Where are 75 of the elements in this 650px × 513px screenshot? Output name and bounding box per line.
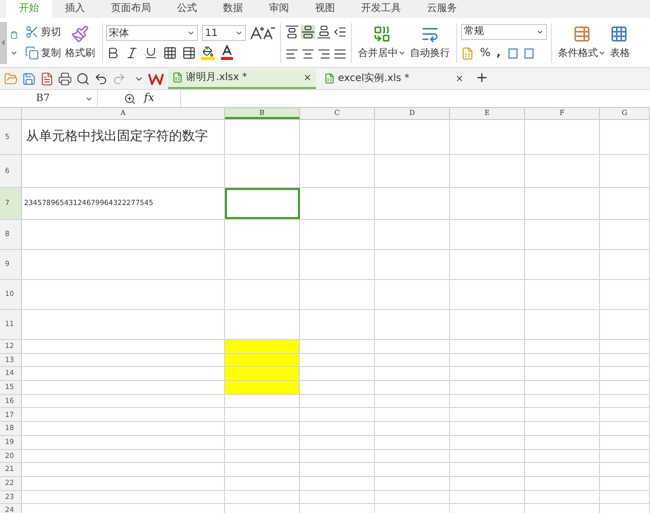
document-tab[interactable]: excel实例.xls * [320,68,468,88]
copy-icon[interactable] [25,46,39,60]
function-button[interactable]: fx [144,90,180,107]
wrap-text-button[interactable]: 自动换行 [408,24,452,60]
number-format-dropdown[interactable]: 常规 [461,24,547,40]
menu-tab[interactable]: 开发工具 [348,0,414,18]
merge-center-button[interactable]: 合并居中 [356,24,408,60]
paintbrush-icon [71,24,89,42]
zoom-icon[interactable] [124,92,136,104]
undo-icon[interactable] [94,72,108,86]
font-name-dropdown[interactable]: 宋体 [106,25,198,41]
chevron-left-icon [0,39,7,46]
filled-cell[interactable] [225,381,300,394]
table-icon [610,24,628,42]
name-box[interactable]: B7 [0,90,98,107]
caret-icon [187,29,195,37]
tab-title: excel实例.xls * [338,72,410,86]
outdent-icon[interactable] [333,24,347,38]
format-painter-button[interactable]: 格式刷 [61,24,99,60]
filled-cell[interactable] [225,340,300,353]
menu-tab[interactable]: 视图 [302,0,348,18]
pdf-icon[interactable] [40,72,54,86]
scissors-icon[interactable] [25,25,39,39]
menu-tab[interactable]: 审阅 [256,0,302,18]
menu-tab[interactable]: 公式 [164,0,210,18]
conditional-format-button[interactable]: 条件格式 [556,24,608,60]
menu-tab[interactable]: 云服务 [414,0,470,18]
cell-style-icon[interactable] [182,46,196,60]
paste-icon[interactable] [10,28,18,40]
print-preview-icon[interactable] [76,72,90,86]
menu-tab[interactable]: 开始 [6,0,52,18]
save-icon[interactable] [22,72,36,86]
increase-font-icon[interactable] [250,26,276,40]
new-tab-button[interactable]: + [472,68,492,89]
caret-icon [398,49,406,57]
copy-button[interactable]: 复制 [25,46,61,60]
close-icon[interactable] [303,73,312,82]
spreadsheet-file-icon [324,73,335,84]
comma-button[interactable]: , [496,44,501,62]
logo-icon[interactable] [148,72,164,84]
align-middle-icon[interactable] [301,24,315,38]
printer-icon[interactable] [58,72,72,86]
folder-icon[interactable] [4,72,18,86]
fill-color-icon[interactable] [201,46,215,60]
align-right-icon[interactable] [317,46,331,60]
percent-button[interactable]: % [480,44,490,62]
table-format-button[interactable]: 表格 [608,24,630,60]
font-size-dropdown[interactable]: 11 [202,25,246,41]
align-top-icon[interactable] [285,24,299,38]
spreadsheet-file-icon [172,72,183,83]
menu-tab[interactable]: 插入 [52,0,98,18]
collapse-handle[interactable] [0,22,7,64]
filled-cell[interactable] [225,354,300,366]
table-cell[interactable]: 从单元格中找出固定字符的数字 [22,120,225,154]
font-color-icon[interactable] [220,45,234,60]
align-bottom-icon[interactable] [317,24,331,38]
underline-icon[interactable] [144,46,158,60]
bold-icon[interactable] [106,46,120,60]
close-icon[interactable] [455,74,464,83]
justify-icon[interactable] [333,46,347,60]
menu-tab[interactable]: 数据 [210,0,256,18]
merge-cells-icon [373,24,391,42]
filled-cell[interactable] [225,367,300,380]
align-center-icon[interactable] [301,46,315,60]
caret-icon [235,29,243,37]
active-cell[interactable] [225,188,300,219]
menu-tab[interactable]: 页面布局 [98,0,164,18]
caret-icon [598,49,606,57]
table-icon [573,24,591,42]
borders-icon[interactable] [163,46,177,60]
document-tab[interactable]: 谢明月.xlsx * [168,68,316,88]
tab-title: 谢明月.xlsx * [186,70,248,85]
align-left-icon[interactable] [285,46,299,60]
italic-icon[interactable] [125,46,139,60]
cut-button[interactable]: 剪切 [25,24,61,40]
